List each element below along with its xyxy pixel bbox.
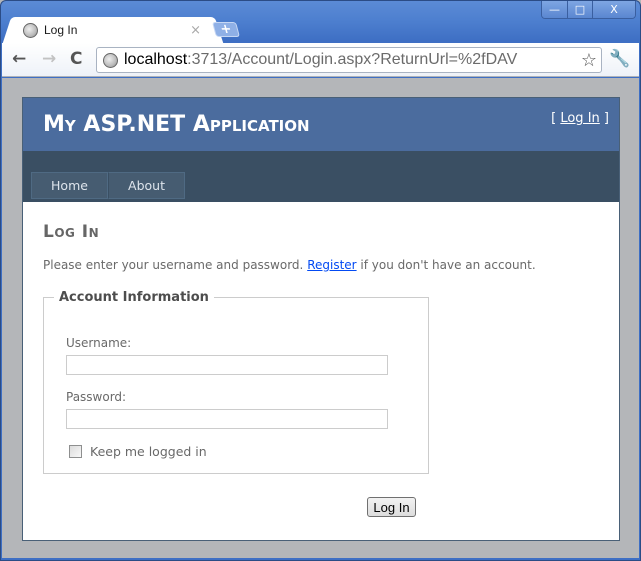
browser-window: — □ X Log In × + ← → C localhost:3713/Ac… bbox=[0, 0, 641, 561]
maximize-button[interactable]: □ bbox=[567, 1, 592, 18]
tab-log-in[interactable]: Log In × bbox=[15, 17, 211, 43]
remember-me-checkbox[interactable] bbox=[69, 445, 82, 458]
fieldset-legend: Account Information bbox=[59, 290, 209, 305]
page-heading: Log In bbox=[43, 222, 100, 242]
minimize-button[interactable]: — bbox=[542, 1, 567, 18]
intro-text: Please enter your username and password.… bbox=[43, 258, 536, 272]
remember-me: Keep me logged in bbox=[69, 444, 207, 459]
nav-item-home[interactable]: Home bbox=[31, 172, 108, 199]
nav-menu: Home About bbox=[31, 172, 185, 199]
login-display: [ Log In ] bbox=[551, 111, 609, 126]
username-label: Username: bbox=[66, 336, 132, 350]
nav-item-about[interactable]: About bbox=[108, 172, 185, 199]
forward-arrow-icon[interactable]: → bbox=[42, 51, 56, 68]
intro-before: Please enter your username and password. bbox=[43, 258, 308, 272]
nav-menu-bar: Home About bbox=[23, 151, 619, 202]
new-tab-button[interactable]: + bbox=[211, 22, 241, 37]
url-text[interactable]: localhost:3713/Account/Login.aspx?Return… bbox=[124, 51, 517, 69]
wrench-icon[interactable]: 🔧 bbox=[609, 49, 630, 69]
reload-icon[interactable]: C bbox=[70, 51, 82, 68]
remember-me-label[interactable]: Keep me logged in bbox=[90, 444, 207, 459]
tab-close-icon[interactable]: × bbox=[190, 23, 201, 38]
tab-title: Log In bbox=[44, 23, 78, 37]
globe-icon bbox=[23, 22, 38, 38]
login-submit-button[interactable]: Log In bbox=[367, 497, 416, 517]
page: My ASP.NET Application [ Log In ] Home A… bbox=[22, 97, 620, 541]
page-viewport: My ASP.NET Application [ Log In ] Home A… bbox=[2, 78, 639, 558]
intro-after: if you don't have an account. bbox=[356, 258, 536, 272]
plus-icon: + bbox=[218, 22, 234, 37]
username-input[interactable] bbox=[66, 355, 388, 375]
site-header: My ASP.NET Application [ Log In ] bbox=[23, 98, 619, 151]
site-title: My ASP.NET Application bbox=[43, 112, 310, 137]
url-host: localhost bbox=[124, 51, 188, 68]
back-arrow-icon[interactable]: ← bbox=[12, 51, 26, 68]
address-bar[interactable]: localhost:3713/Account/Login.aspx?Return… bbox=[96, 47, 602, 73]
window-controls: — □ X bbox=[541, 1, 636, 19]
page-globe-icon bbox=[103, 52, 118, 68]
register-link[interactable]: Register bbox=[307, 258, 356, 272]
password-label: Password: bbox=[66, 390, 127, 404]
browser-toolbar: ← → C localhost:3713/Account/Login.aspx?… bbox=[2, 43, 639, 77]
header-login-link[interactable]: Log In bbox=[560, 111, 599, 126]
password-input[interactable] bbox=[66, 409, 388, 429]
close-window-button[interactable]: X bbox=[592, 1, 635, 18]
bracket-close: ] bbox=[599, 111, 609, 126]
bracket-open: [ bbox=[551, 111, 561, 126]
account-information-fieldset: Account Information Username: Password: … bbox=[43, 290, 429, 474]
bookmark-star-icon[interactable]: ☆ bbox=[581, 50, 597, 71]
url-path: :3713/Account/Login.aspx?ReturnUrl=%2fDA… bbox=[187, 51, 518, 68]
